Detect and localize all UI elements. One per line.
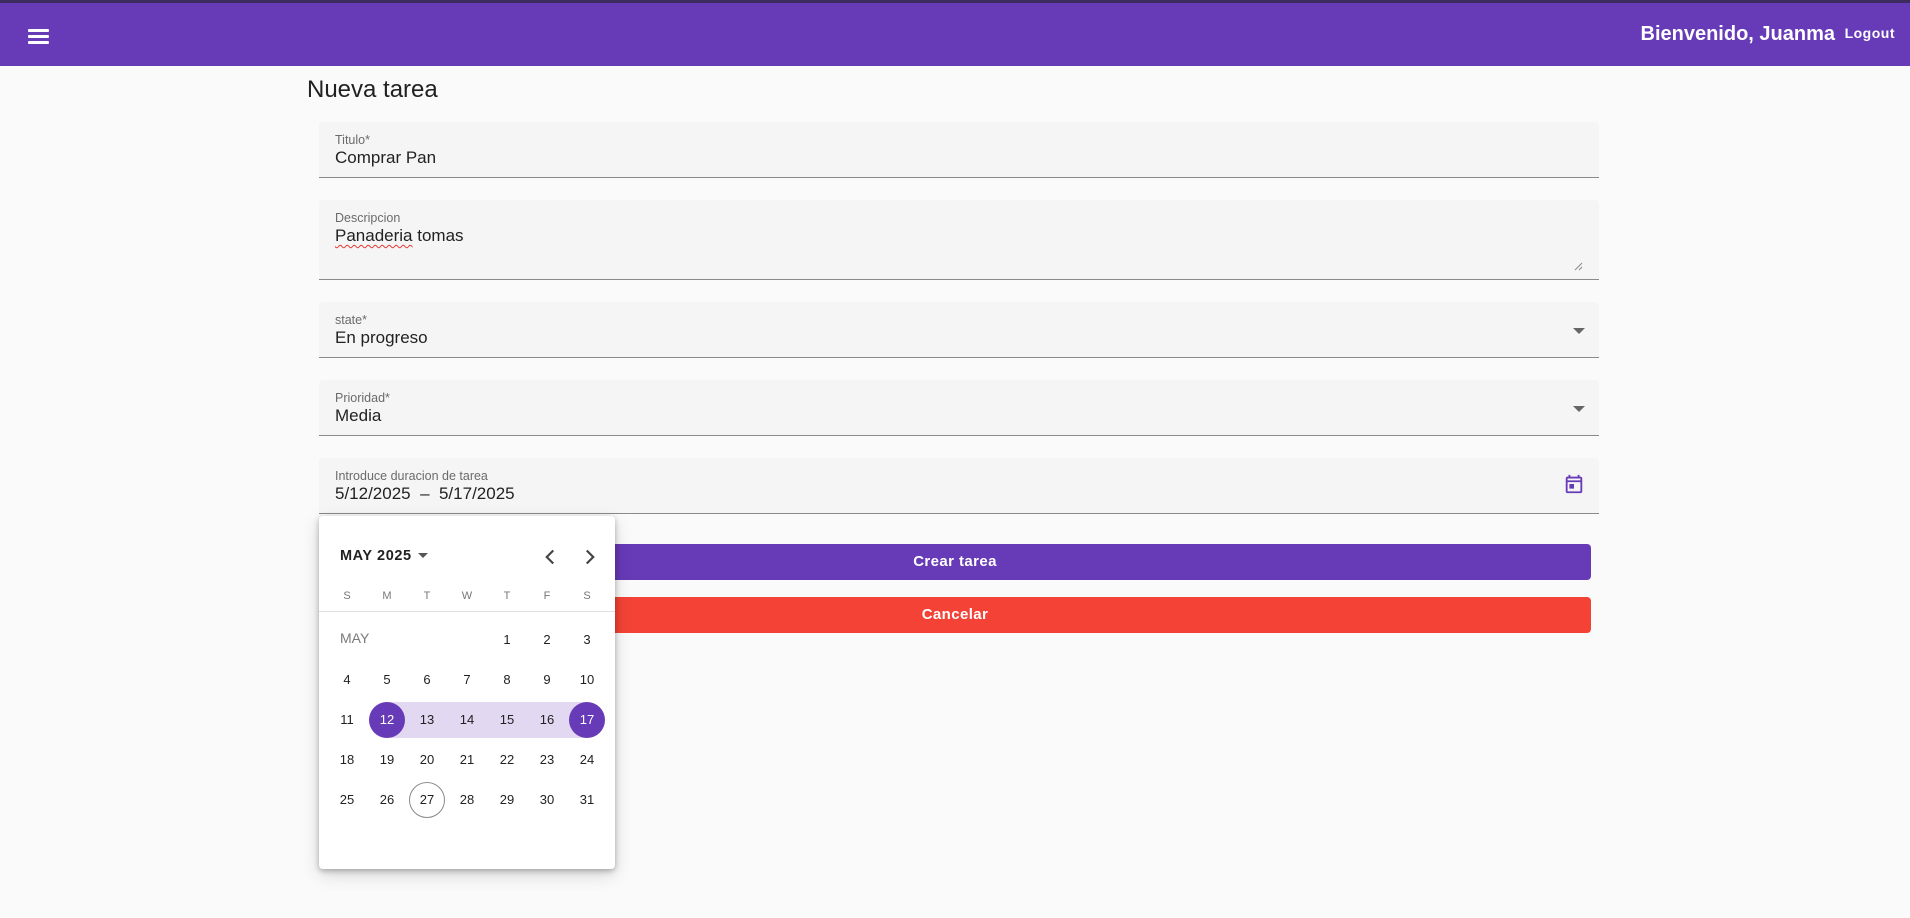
divider [319,611,615,612]
calendar-day[interactable]: 31 [569,782,605,818]
dropdown-arrow-icon [1573,406,1585,412]
top-toolbar: Bienvenido, Juanma Logout [0,0,1910,66]
calendar-day[interactable]: 2 [529,622,565,658]
description-textarea[interactable]: Panaderia tomas [335,226,464,246]
period-dropdown-arrow-icon [417,553,428,558]
state-label: state* [335,313,367,327]
page-title: Nueva tarea [307,76,438,103]
period-label: MAY 2025 [340,548,412,564]
welcome-text: Bienvenido, Juanma [1640,23,1836,45]
description-field[interactable]: Descripcion Panaderia tomas [319,200,1599,280]
calendar-day[interactable]: 19 [369,742,405,778]
weekday-label: S [343,590,351,602]
weekday-label: T [423,590,431,602]
misspelled-word: Panaderia [335,226,413,245]
calendar-day[interactable]: 4 [329,662,365,698]
calendar-day[interactable]: 3 [569,622,605,658]
priority-value: Media [335,406,382,425]
calendar-day[interactable]: 29 [489,782,525,818]
calendar-day[interactable]: 1 [489,622,525,658]
calendar-day[interactable]: 22 [489,742,525,778]
calendar-day[interactable]: 25 [329,782,365,818]
calendar-day[interactable]: 11 [329,702,365,738]
calendar-day[interactable]: 28 [449,782,485,818]
priority-label: Prioridad* [335,391,390,405]
dropdown-arrow-icon [1573,328,1585,334]
range-end-day[interactable]: 17 [569,702,605,738]
weekday-label: S [583,590,591,602]
duration-label: Introduce duracion de tarea [335,469,488,483]
calendar-day[interactable]: 16 [529,702,565,738]
month-label: MAY [340,630,370,646]
title-field[interactable]: Titulo* Comprar Pan [319,122,1599,178]
title-input[interactable]: Comprar Pan [335,148,436,168]
weekday-label: F [543,590,551,602]
description-label: Descripcion [335,211,401,225]
range-start-day[interactable]: 12 [369,702,405,738]
today-day[interactable]: 27 [409,782,445,818]
period-selector-button[interactable]: MAY 2025 [340,548,428,564]
calendar-day[interactable]: 13 [409,702,445,738]
calendar-day[interactable]: 10 [569,662,605,698]
weekday-header-row: SMTWTFS [319,590,615,604]
calendar-day[interactable]: 9 [529,662,565,698]
calendar-day[interactable]: 26 [369,782,405,818]
date-range-picker: MAY 2025 SMTWTFS MAY 1 2 3 4 5 6 7 8 9 10 11 12 13 14… [319,516,615,869]
calendar-day[interactable]: 14 [449,702,485,738]
duration-input[interactable]: 5/12/2025 – 5/17/2025 [335,484,515,504]
menu-icon[interactable] [24,22,54,52]
calendar-day[interactable]: 30 [529,782,565,818]
chevron-left-icon[interactable] [537,544,563,570]
calendar-day[interactable]: 23 [529,742,565,778]
calendar-day[interactable]: 5 [369,662,405,698]
calendar-day[interactable]: 20 [409,742,445,778]
calendar-icon[interactable] [1563,473,1585,495]
title-label: Titulo* [335,133,370,147]
calendar-day[interactable]: 6 [409,662,445,698]
calendar-day[interactable]: 21 [449,742,485,778]
chevron-right-icon[interactable] [577,544,603,570]
weekday-label: T [503,590,511,602]
calendar-day[interactable]: 18 [329,742,365,778]
calendar-day[interactable]: 24 [569,742,605,778]
calendar-day[interactable]: 15 [489,702,525,738]
resize-grip-icon[interactable] [1574,262,1583,271]
priority-select[interactable]: Prioridad* Media [319,380,1599,436]
calendar-day[interactable]: 8 [489,662,525,698]
duration-field[interactable]: Introduce duracion de tarea 5/12/2025 – … [319,458,1599,514]
state-select[interactable]: state* En progreso [319,302,1599,358]
state-value: En progreso [335,328,428,347]
logout-button[interactable]: Logout [1845,25,1895,41]
weekday-label: W [461,590,473,602]
calendar-day[interactable]: 7 [449,662,485,698]
description-rest: tomas [412,226,464,245]
weekday-label: M [382,590,392,602]
